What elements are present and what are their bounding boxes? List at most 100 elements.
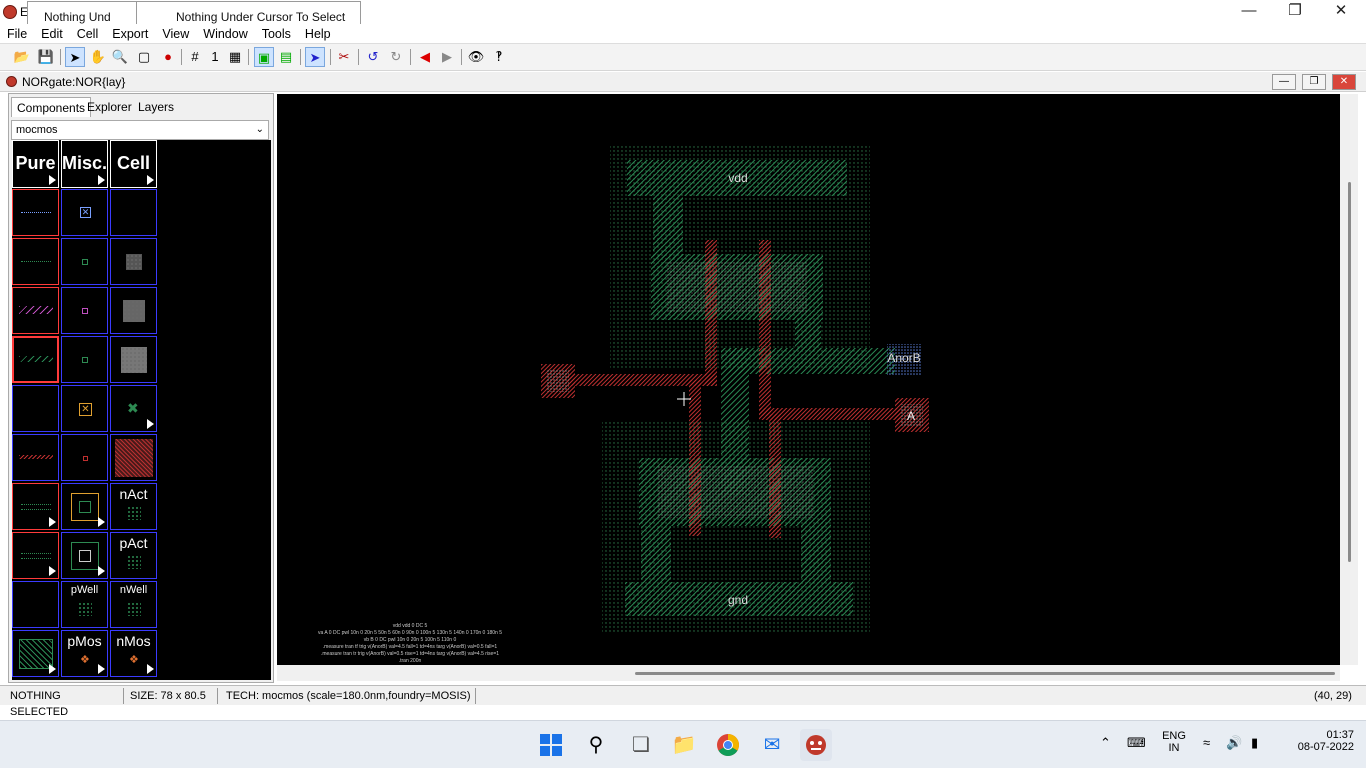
technology-select[interactable]: mocmos ⌄ — [11, 120, 269, 140]
open-icon[interactable]: 📂 — [12, 47, 32, 67]
chrome-icon[interactable] — [712, 729, 744, 761]
palette-arc-dots-2[interactable] — [12, 532, 59, 579]
palette-arc-poly[interactable] — [12, 434, 59, 481]
maximize-button[interactable]: ❐ — [1272, 0, 1318, 24]
palette-header-misc[interactable]: Misc. — [61, 140, 108, 188]
show-eye-icon[interactable]: 👁 — [466, 47, 486, 67]
grid-align-icon[interactable]: ▦ — [225, 47, 245, 67]
palette-arc-metal1[interactable] — [12, 189, 59, 236]
task-view-icon[interactable]: ❏ — [625, 729, 657, 761]
redo-icon[interactable]: ↻ — [386, 47, 406, 67]
palette-pact[interactable]: pAct — [110, 532, 157, 579]
measure-icon[interactable]: ● — [158, 47, 178, 67]
battery-icon[interactable]: ▮ — [1251, 735, 1258, 751]
tab-components[interactable]: Components — [11, 97, 92, 117]
palette-pin-green[interactable] — [61, 238, 108, 285]
palette-contact-metal[interactable]: ✕ — [61, 189, 108, 236]
zoom-icon[interactable]: 🔍 — [110, 47, 130, 67]
horizontal-scroll-thumb[interactable] — [635, 672, 1335, 675]
palette-node-active-2[interactable] — [110, 336, 157, 383]
palette-node-metal2[interactable] — [110, 287, 157, 334]
cut-icon[interactable]: ✂ — [334, 47, 354, 67]
component-palette: Pure Misc. Cell ✕ ✕ ✖ nAct pAct pWell nW… — [12, 140, 271, 680]
vertical-scroll-thumb[interactable] — [1348, 182, 1351, 562]
menu-tools[interactable]: Tools — [255, 24, 298, 44]
palette-empty[interactable] — [110, 189, 157, 236]
wifi-icon[interactable]: ≈ — [1203, 735, 1210, 750]
menu-edit[interactable]: Edit — [34, 24, 70, 44]
select-special-icon[interactable]: ➤ — [305, 47, 325, 67]
doc-close-icon[interactable]: ✕ — [1332, 74, 1356, 90]
doc-minimize-icon[interactable]: — — [1272, 74, 1296, 90]
palette-arc-dots[interactable] — [12, 483, 59, 530]
palette-nwell[interactable]: nWell — [110, 581, 157, 628]
keyboard-icon[interactable]: ⌨ — [1127, 735, 1146, 751]
hide-eye-icon[interactable]: ‽ — [489, 47, 509, 67]
palette-well-node[interactable] — [12, 630, 59, 677]
language-indicator[interactable]: ENG IN — [1162, 730, 1186, 754]
palette-node-poly[interactable] — [110, 434, 157, 481]
menu-window[interactable]: Window — [196, 24, 254, 44]
grid-icon[interactable]: # — [185, 47, 205, 67]
status-selection: NOTHING SELECTED — [6, 688, 124, 718]
outline-edit-icon[interactable]: ▢ — [134, 47, 154, 67]
menu-export[interactable]: Export — [105, 24, 155, 44]
palette-arc-metal2[interactable] — [12, 287, 59, 334]
cursor-crosshair — [677, 392, 691, 406]
menu-cell[interactable]: Cell — [70, 24, 106, 44]
select-arrow-icon[interactable]: ➤ — [65, 47, 85, 67]
palette-empty-2[interactable] — [12, 385, 59, 432]
electric-app-icon[interactable] — [800, 729, 832, 761]
palette-nact[interactable]: nAct — [110, 483, 157, 530]
search-icon[interactable]: ⚲ — [580, 729, 612, 761]
file-explorer-icon[interactable]: 📁 — [668, 729, 700, 761]
tray-chevron-icon[interactable]: ⌃ — [1100, 735, 1111, 751]
area-select-icon[interactable]: ▤ — [276, 47, 296, 67]
palette-pin-magenta[interactable] — [61, 287, 108, 334]
palette-header-cell[interactable]: Cell — [110, 140, 157, 188]
palette-pwell[interactable]: pWell — [61, 581, 108, 628]
layout-canvas[interactable]: vdd gnd AnorB A vdd vdd 0 DC 5 va A 0 DC… — [277, 94, 1340, 665]
palette-header-pure[interactable]: Pure — [12, 140, 59, 188]
menu-help[interactable]: Help — [298, 24, 338, 44]
menu-view[interactable]: View — [155, 24, 196, 44]
horizontal-scrollbar[interactable] — [277, 665, 1340, 681]
mail-icon[interactable]: ✉ — [756, 729, 788, 761]
clock[interactable]: 01:37 08-07-2022 — [1290, 729, 1354, 753]
palette-contact-orange[interactable]: ✕ — [61, 385, 108, 432]
forward-arrow-icon[interactable]: ▶ — [437, 47, 457, 67]
undo-icon[interactable]: ↺ — [363, 47, 383, 67]
palette-nmos[interactable]: nMos ❖ — [110, 630, 157, 677]
palette-empty-3[interactable] — [12, 581, 59, 628]
app-icon[interactable] — [3, 5, 17, 19]
palette-node-cross[interactable]: ✖ — [110, 385, 157, 432]
palette-well-contact-2[interactable] — [61, 532, 108, 579]
pan-hand-icon[interactable]: ✋ — [88, 47, 108, 67]
poly-b-lower — [689, 380, 701, 536]
palette-node-active[interactable] — [110, 238, 157, 285]
palette-pin-green-2[interactable] — [61, 336, 108, 383]
tab-layers[interactable]: Layers — [133, 97, 179, 117]
vertical-scrollbar[interactable] — [1340, 94, 1358, 665]
spice-line-4: .measure tran tf trig v(AnorB) val=4.5 f… — [323, 644, 498, 650]
volume-icon[interactable]: 🔊 — [1226, 735, 1242, 751]
doc-restore-icon[interactable]: ❐ — [1302, 74, 1326, 90]
grid-value[interactable]: 1 — [205, 47, 225, 67]
menu-file[interactable]: File — [0, 24, 34, 44]
palette-well-contact[interactable] — [61, 483, 108, 530]
windows-start-icon[interactable] — [535, 729, 567, 761]
palette-header-misc-label: Misc. — [62, 153, 108, 173]
spice-line-1: vdd vdd 0 DC 5 — [393, 623, 428, 629]
status-size: SIZE: 78 x 80.5 — [126, 688, 218, 704]
minimize-button[interactable]: — — [1226, 0, 1272, 24]
close-button[interactable]: ✕ — [1318, 0, 1364, 24]
back-arrow-icon[interactable]: ◀ — [415, 47, 435, 67]
palette-pin-poly[interactable] — [61, 434, 108, 481]
palette-pmos[interactable]: pMos ❖ — [61, 630, 108, 677]
palette-arc-selected[interactable] — [12, 336, 59, 383]
poly-a-lower — [769, 414, 781, 538]
tab-explorer[interactable]: Explorer — [82, 97, 137, 117]
palette-arc-active[interactable] — [12, 238, 59, 285]
save-icon[interactable]: 💾 — [36, 47, 56, 67]
full-select-icon[interactable]: ▣ — [254, 47, 274, 67]
